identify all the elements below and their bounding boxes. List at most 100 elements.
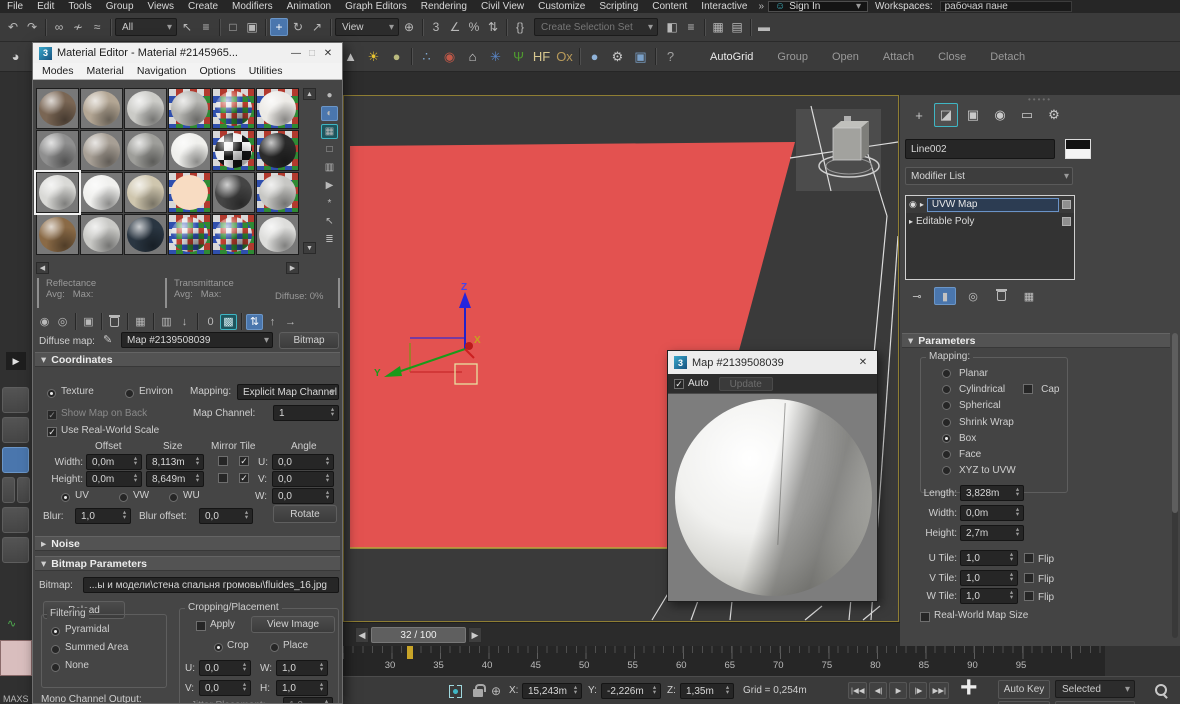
menu-item-edit[interactable]: Edit <box>37 1 54 12</box>
material-slot[interactable] <box>36 214 79 255</box>
material-slot[interactable] <box>124 214 167 255</box>
playback-button[interactable]: |▶ <box>909 682 927 699</box>
crop-h-field[interactable]: 1,0 <box>276 680 328 696</box>
menu-item-scripting[interactable]: Scripting <box>599 1 638 12</box>
rect-region-icon[interactable]: □ <box>224 18 242 36</box>
selection-lock-icon[interactable] <box>473 689 483 697</box>
material-editor-icon[interactable]: ● <box>583 48 606 66</box>
make-unique-icon[interactable]: ◎ <box>962 287 984 305</box>
playback-button[interactable]: |◀◀ <box>848 682 867 699</box>
assign-to-selection-icon[interactable]: ▣ <box>80 314 97 330</box>
snaps-toggle-icon[interactable]: 3 <box>427 18 445 36</box>
blur-field[interactable]: 1,0 <box>75 508 131 524</box>
menu-item-interactive[interactable]: Interactive <box>701 1 747 12</box>
expand-icon[interactable]: ▸ <box>909 217 913 226</box>
maximize-icon[interactable]: □ <box>304 48 320 59</box>
v-angle-field[interactable]: 0,0 <box>272 471 334 487</box>
menu-utilities[interactable]: Utilities <box>249 65 283 77</box>
help-icon[interactable]: ? <box>659 48 682 66</box>
open-button[interactable]: Open <box>832 51 859 63</box>
menu-item-rendering[interactable]: Rendering <box>421 1 467 12</box>
material-slot[interactable] <box>256 130 299 171</box>
object-color-swatch[interactable] <box>1065 139 1091 159</box>
modifier-list-dropdown[interactable]: Modifier List <box>905 167 1073 185</box>
sample-type-icon[interactable]: ● <box>321 88 338 103</box>
material-map-navigator-icon[interactable]: ≣ <box>321 232 338 247</box>
menu-item-create[interactable]: Create <box>188 1 218 12</box>
noise-rollout[interactable]: Noise <box>35 536 340 551</box>
spiky-sphere-icon[interactable]: ✳ <box>484 48 507 66</box>
y-coord-field[interactable]: -2,226m <box>601 683 661 699</box>
maxscript-mini-listener[interactable] <box>0 640 32 676</box>
spinner-snap-icon[interactable]: ⇅ <box>484 18 502 36</box>
texture-radio[interactable] <box>47 389 56 398</box>
length-field[interactable]: 3,828m <box>960 485 1024 501</box>
put-to-scene-icon[interactable]: ◎ <box>54 314 71 330</box>
modifier-name[interactable]: UVW Map <box>927 198 1059 212</box>
mapping-option-planar[interactable]: Planar <box>942 365 1059 381</box>
scene-explorer-icon[interactable]: ▦ <box>709 18 727 36</box>
scatter-icon[interactable]: ∴ <box>415 48 438 66</box>
z-coord-field[interactable]: 1,35m <box>680 683 734 699</box>
crossing-region-icon[interactable]: ▣ <box>243 18 261 36</box>
dock-button[interactable] <box>17 477 30 503</box>
isolate-selection-icon[interactable] <box>449 685 462 698</box>
display-tab-icon[interactable]: ▭ <box>1015 103 1039 127</box>
background-icon[interactable]: ▦ <box>321 124 338 139</box>
use-pivot-icon[interactable]: ⊕ <box>400 18 418 36</box>
mapping-option-shrink-wrap[interactable]: Shrink Wrap <box>942 414 1059 430</box>
stack-row-editable-poly[interactable]: ▸ Editable Poly <box>906 213 1074 230</box>
make-preview-icon[interactable]: ▶ <box>321 178 338 193</box>
crop-w-field[interactable]: 1,0 <box>276 660 328 676</box>
material-slot[interactable] <box>124 88 167 129</box>
jitter-field[interactable]: 1,0 <box>283 697 333 703</box>
material-slot[interactable] <box>80 88 123 129</box>
material-slot[interactable] <box>212 130 255 171</box>
dock-button[interactable] <box>2 507 29 533</box>
configure-modifier-sets-icon[interactable]: ▦ <box>1018 287 1040 305</box>
menu-item-customize[interactable]: Customize <box>538 1 585 12</box>
uv-radio[interactable] <box>61 493 70 502</box>
width-size-field[interactable]: 8,113m <box>146 454 204 470</box>
select-and-link-icon[interactable]: ∞ <box>50 18 68 36</box>
playback-button[interactable]: ◀| <box>869 682 887 699</box>
unlink-selection-icon[interactable]: ≁ <box>69 18 87 36</box>
material-slot[interactable] <box>212 214 255 255</box>
undo-icon[interactable]: ↶ <box>4 18 22 36</box>
playback-button[interactable]: ▶ <box>889 682 907 699</box>
width-tile-checkbox[interactable] <box>239 456 249 466</box>
menu-item-content[interactable]: Content <box>652 1 687 12</box>
dock-button[interactable] <box>2 387 29 413</box>
ribbon-toggle-icon[interactable]: ▬ <box>755 18 773 36</box>
redo-icon[interactable]: ↷ <box>23 18 41 36</box>
mapping-option-box[interactable]: Box <box>942 430 1059 446</box>
material-slot[interactable] <box>36 172 79 213</box>
show-map-back-checkbox[interactable] <box>47 410 57 420</box>
material-slot[interactable] <box>80 172 123 213</box>
eyedropper-icon[interactable]: ✎ <box>103 333 112 346</box>
options-icon[interactable]: * <box>321 196 338 211</box>
prev-frame-icon[interactable]: ◀ <box>355 627 369 643</box>
video-color-check-icon[interactable]: ▥ <box>321 160 338 175</box>
dock-button[interactable] <box>2 537 29 563</box>
move-tool-icon[interactable]: + <box>270 18 288 36</box>
w-angle-field[interactable]: 0,0 <box>272 488 334 504</box>
mapping-option-cylindrical[interactable]: CylindricalCap <box>942 381 1059 397</box>
camera-icon[interactable]: ⌂ <box>461 48 484 66</box>
menu-item-tools[interactable]: Tools <box>68 1 91 12</box>
bitmap-type-button[interactable]: Bitmap <box>279 332 339 349</box>
height-tile-checkbox[interactable] <box>239 473 249 483</box>
height-param-field[interactable]: 2,7m <box>960 525 1024 541</box>
sphere-icon[interactable]: ● <box>385 48 408 66</box>
mapping-option-spherical[interactable]: Spherical <box>942 398 1059 414</box>
u-tile-field[interactable]: 1,0 <box>960 550 1018 566</box>
map-channel-field[interactable]: 1 <box>273 405 339 421</box>
w-tile-field[interactable]: 1,0 <box>960 588 1018 604</box>
vw-radio[interactable] <box>119 493 128 502</box>
dock-button-active[interactable] <box>2 447 29 473</box>
delete-material-icon[interactable] <box>106 314 123 330</box>
sample-tiling-icon[interactable]: □ <box>321 142 338 157</box>
workspaces-dropdown[interactable]: рабочая пане <box>940 1 1072 12</box>
coordinates-rollout[interactable]: Coordinates <box>35 352 340 367</box>
named-selection-set-field[interactable]: Create Selection Set <box>534 18 658 36</box>
